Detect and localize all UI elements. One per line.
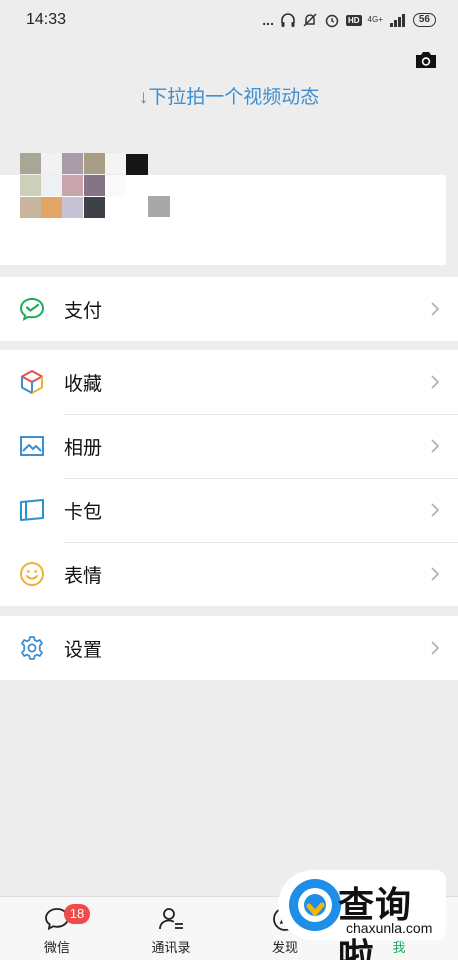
chevron-right-icon [431, 302, 440, 316]
chevron-right-icon [431, 439, 440, 453]
menu-item-label: 收藏 [64, 373, 103, 395]
menu-item-label: 卡包 [64, 501, 103, 523]
magnifier-logo-icon [289, 879, 341, 931]
tab-label: 微信 [43, 940, 70, 955]
status-bar: 14:33 ... HD 4G+ 56 [0, 0, 458, 40]
chevron-right-icon [431, 375, 440, 389]
gear-icon [21, 636, 43, 660]
cube-icon [21, 370, 43, 394]
avatar-pixel-block [126, 154, 148, 175]
menu-item-album[interactable]: 相册 [0, 414, 458, 478]
menu-item-settings[interactable]: 设置 [0, 616, 458, 680]
watermark: 查询啦 chaxunla.com [278, 870, 446, 960]
avatar-pixel-block [148, 196, 170, 217]
chevron-right-icon [431, 567, 440, 581]
menu-item-label: 支付 [64, 300, 103, 322]
more-dots: ... [262, 12, 274, 28]
picture-icon [20, 436, 44, 456]
settings-group: 设置 [0, 616, 458, 680]
headphones-icon [281, 13, 295, 27]
tab-label: 通讯录 [151, 940, 191, 955]
pay-group: 支付 [0, 277, 458, 341]
status-icons: ... HD 4G+ 56 [262, 12, 436, 28]
signal-icon [389, 14, 405, 27]
network-type: 4G+ [367, 15, 383, 24]
chevron-right-icon [431, 641, 440, 655]
card-icon [20, 499, 44, 521]
smiley-icon [20, 562, 44, 586]
contacts-icon [159, 908, 183, 930]
unread-badge: 18 [64, 904, 90, 924]
hd-icon: HD [345, 14, 362, 26]
menu-item-label: 相册 [64, 437, 103, 459]
battery-indicator: 56 [412, 13, 436, 27]
menu-item-label: 设置 [64, 639, 103, 661]
status-time: 14:33 [26, 11, 67, 28]
avatar[interactable] [20, 153, 126, 219]
features-group: 收藏 相册 卡包 表情 [0, 350, 458, 606]
tab-contacts[interactable]: 通讯录 [114, 897, 228, 960]
camera-icon[interactable] [414, 50, 438, 70]
watermark-subtitle: chaxunla.com [346, 920, 433, 936]
alarm-icon [325, 14, 339, 28]
menu-item-label: 表情 [64, 565, 103, 587]
mute-bell-icon [303, 13, 317, 27]
chevron-right-icon [431, 503, 440, 517]
menu-item-pay[interactable]: 支付 [0, 277, 458, 341]
pull-down-video-hint[interactable]: ↓下拉拍一个视频动态 [0, 82, 458, 109]
tab-chats[interactable]: 18 微信 [0, 897, 114, 960]
menu-item-favorites[interactable]: 收藏 [0, 350, 458, 414]
menu-item-stickers[interactable]: 表情 [0, 542, 458, 606]
menu-item-cards[interactable]: 卡包 [0, 478, 458, 542]
wechat-pay-icon [19, 297, 45, 321]
watermark-title: 查询啦 [338, 884, 413, 960]
